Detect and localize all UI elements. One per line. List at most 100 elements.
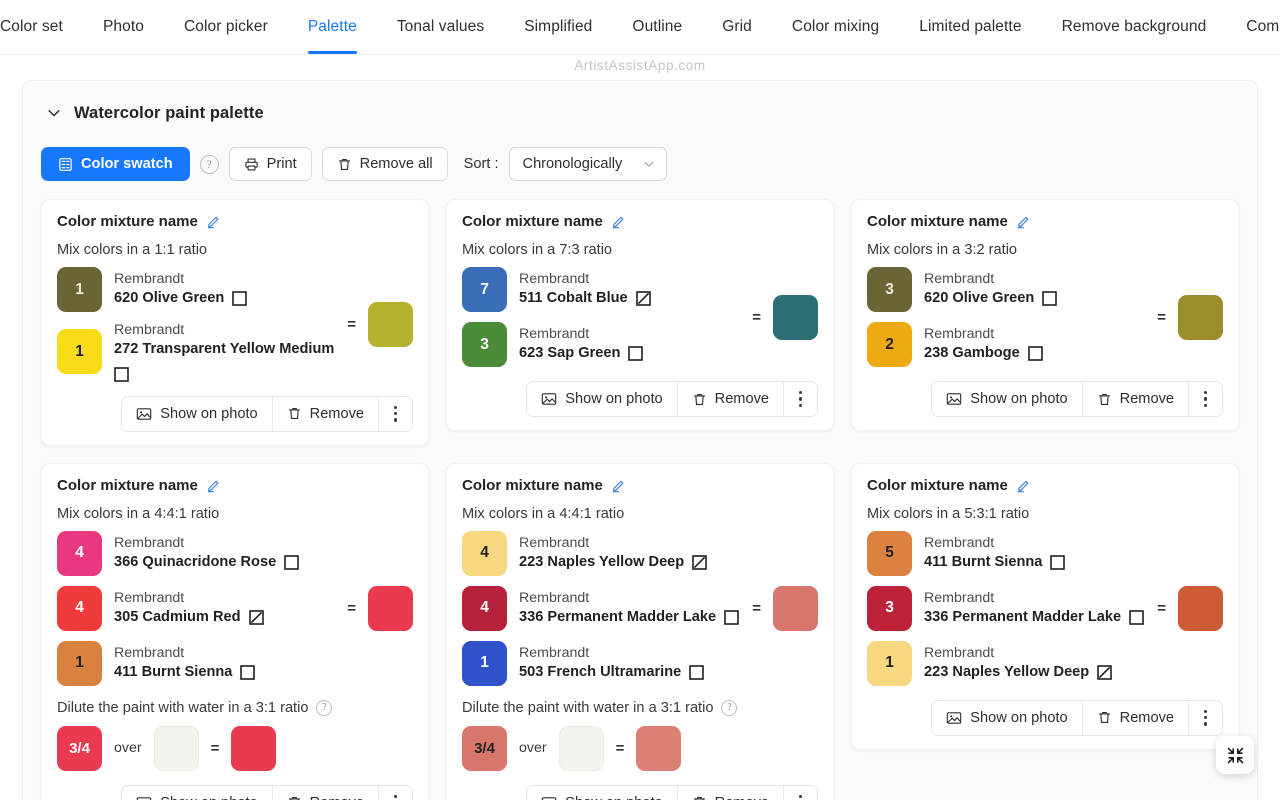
mixture-result-swatch[interactable] (1178, 294, 1223, 340)
pencil-edit-icon[interactable] (1016, 214, 1031, 229)
mixture-result-group: = (337, 585, 413, 631)
equals-sign: = (1157, 308, 1166, 326)
paper-swatch[interactable] (153, 725, 199, 771)
show-on-photo-button[interactable]: Show on photo (527, 382, 677, 416)
show-on-photo-button[interactable]: Show on photo (527, 785, 677, 800)
dilute-fraction-chip[interactable]: 3/4 (57, 725, 102, 771)
paint-name-row: 223 Naples Yellow Deep (519, 553, 708, 572)
pencil-edit-icon[interactable] (206, 214, 221, 229)
paint-parts-chip[interactable]: 3 (867, 585, 912, 631)
more-vertical-icon[interactable] (1188, 382, 1222, 416)
remove-button[interactable]: Remove (1081, 700, 1188, 735)
remove-all-button[interactable]: Remove all (321, 147, 448, 181)
remove-button[interactable]: Remove (271, 396, 378, 431)
compress-arrows-icon[interactable] (1216, 736, 1254, 774)
mixture-result-group: = (1147, 294, 1223, 340)
remove-button[interactable]: Remove (1081, 382, 1188, 416)
sort-select[interactable]: Chronologically (508, 147, 667, 181)
nav-item-limited-palette[interactable]: Limited palette (899, 0, 1041, 54)
question-mark-icon[interactable]: ? (199, 154, 219, 174)
paint-parts-chip[interactable]: 1 (57, 329, 102, 375)
mixture-result-swatch[interactable] (773, 294, 818, 340)
mixture-result-swatch[interactable] (368, 585, 413, 631)
pencil-edit-icon[interactable] (611, 478, 626, 493)
nav-item-remove-background[interactable]: Remove background (1042, 0, 1227, 54)
opaque-square-icon (114, 366, 129, 382)
dilute-result-swatch[interactable] (636, 725, 682, 771)
mixture-ratio-text: Mix colors in a 3:2 ratio (867, 242, 1018, 258)
mixture-result-swatch[interactable] (1178, 585, 1223, 631)
paint-parts-chip[interactable]: 3 (867, 267, 912, 312)
paper-swatch[interactable] (558, 725, 604, 771)
paint-brand: Rembrandt (924, 534, 995, 551)
card-actions: Show on photo Remove (462, 784, 818, 800)
paint-row: 1 Rembrandt 503 French Ultramarine (462, 640, 742, 686)
card-actions: Show on photo Remove (57, 395, 413, 432)
more-vertical-icon[interactable] (783, 785, 817, 800)
nav-item-palette[interactable]: Palette (288, 0, 377, 54)
paint-parts-chip[interactable]: 3 (462, 322, 507, 367)
more-vertical-icon[interactable] (783, 382, 817, 416)
print-button[interactable]: Print (228, 147, 312, 181)
mixture-result-swatch[interactable] (368, 301, 413, 347)
paint-brand: Rembrandt (114, 322, 185, 338)
pencil-edit-icon[interactable] (1016, 478, 1031, 493)
paint-info: Rembrandt 223 Naples Yellow Deep (519, 535, 708, 572)
paint-name-row: 411 Burnt Sienna (924, 553, 1066, 572)
show-on-photo-button[interactable]: Show on photo (932, 382, 1082, 416)
paint-parts-chip[interactable]: 4 (57, 585, 102, 631)
remove-button[interactable]: Remove (676, 382, 783, 416)
nav-item-compare[interactable]: Compare (1226, 0, 1280, 54)
nav-item-color-set[interactable]: Color set (0, 0, 83, 54)
dilute-fraction-chip[interactable]: 3/4 (462, 725, 507, 771)
paint-parts-chip[interactable]: 5 (867, 530, 912, 576)
show-on-photo-button[interactable]: Show on photo (122, 785, 272, 800)
over-label: over (114, 740, 142, 757)
paint-parts-chip[interactable]: 1 (57, 640, 102, 686)
nav-item-outline[interactable]: Outline (612, 0, 702, 54)
nav-item-tonal-values[interactable]: Tonal values (377, 0, 504, 54)
nav-item-grid[interactable]: Grid (702, 0, 772, 54)
paint-parts-chip[interactable]: 4 (57, 530, 102, 576)
question-mark-icon[interactable]: ? (721, 699, 738, 716)
paint-parts-chip[interactable]: 1 (57, 267, 102, 312)
semi-transparent-square-icon (635, 291, 651, 306)
paint-row: 2 Rembrandt 238 Gamboge (867, 322, 1147, 367)
paint-name: 411 Burnt Sienna (924, 553, 1043, 570)
paint-parts-chip[interactable]: 4 (462, 585, 507, 631)
nav-item-color-picker[interactable]: Color picker (164, 0, 288, 54)
sort-select-value: Chronologically (522, 156, 623, 172)
paint-parts-chip[interactable]: 4 (462, 530, 507, 576)
remove-button[interactable]: Remove (676, 785, 783, 800)
paint-info: Rembrandt 620 Olive Green (924, 271, 1058, 308)
paint-parts-chip[interactable]: 7 (462, 267, 507, 312)
mixture-result-swatch[interactable] (773, 585, 818, 631)
nav-item-photo[interactable]: Photo (83, 0, 164, 54)
more-vertical-icon[interactable] (378, 785, 412, 800)
question-mark-icon[interactable]: ? (316, 699, 333, 716)
mixture-name-label: Color mixture name (867, 476, 1008, 494)
page-body: ArtistAssistApp.com Watercolor paint pal… (0, 55, 1280, 800)
nav-item-simplified[interactable]: Simplified (504, 0, 612, 54)
pencil-edit-icon[interactable] (611, 214, 626, 229)
chevron-down-icon[interactable] (46, 105, 62, 121)
show-on-photo-button[interactable]: Show on photo (932, 700, 1082, 735)
paint-parts-chip[interactable]: 1 (867, 640, 912, 686)
paint-row: 1 Rembrandt 411 Burnt Sienna (57, 640, 337, 686)
more-vertical-icon[interactable] (378, 396, 412, 431)
remove-button[interactable]: Remove (271, 785, 378, 800)
mixture-body: 5 Rembrandt 411 Burnt Sienna 3 Rembrandt 336 … (867, 530, 1223, 686)
mixtures-grid: Color mixture name Mix colors in a 1:1 ra… (41, 199, 1239, 800)
paint-parts-chip[interactable]: 1 (462, 640, 507, 686)
pencil-edit-icon[interactable] (206, 478, 221, 493)
nav-item-color-mixing[interactable]: Color mixing (772, 0, 899, 54)
dilute-result-swatch[interactable] (231, 725, 277, 771)
paint-row: 4 Rembrandt 336 Permanent Madder Lake (462, 585, 742, 631)
paint-info: Rembrandt 238 Gamboge (924, 326, 1043, 363)
show-on-photo-button[interactable]: Show on photo (122, 396, 272, 431)
paint-info: Rembrandt 411 Burnt Sienna (114, 645, 256, 682)
paint-parts-chip[interactable]: 2 (867, 322, 912, 367)
color-swatch-button[interactable]: Color swatch (41, 147, 190, 181)
paint-row: 5 Rembrandt 411 Burnt Sienna (867, 530, 1147, 576)
more-vertical-icon[interactable] (1188, 700, 1222, 735)
